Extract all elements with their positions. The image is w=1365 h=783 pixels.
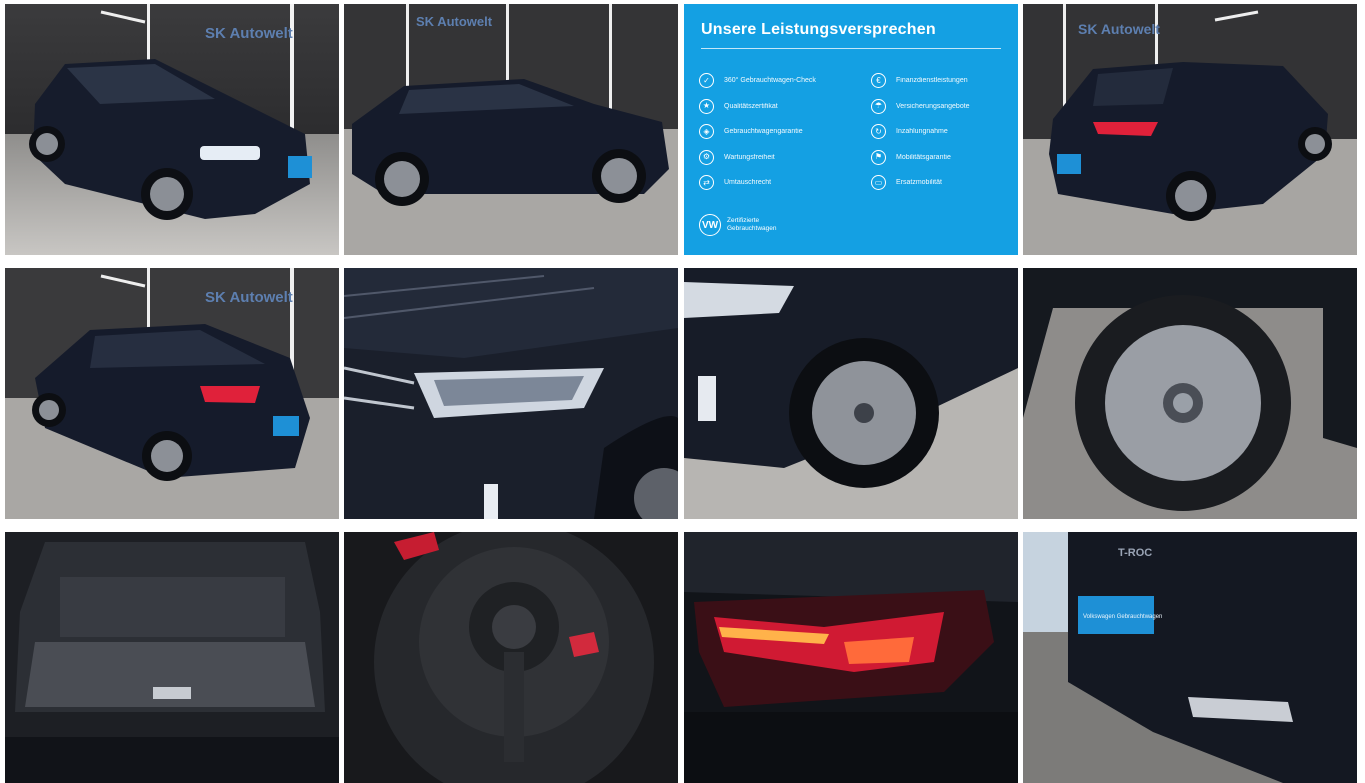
check-icon: ✓ — [699, 73, 714, 89]
wrench-icon: ⚙ — [699, 149, 714, 165]
gallery-photo-front-three-quarter[interactable]: SK Autowelt — [5, 4, 339, 255]
promo-item-label: Qualitätszertifikat — [724, 102, 778, 110]
promo-item: ☂ Versicherungsangebote — [871, 94, 970, 120]
insurance-icon: ☂ — [871, 98, 886, 114]
car-photo-spare-wheel-well — [344, 532, 678, 783]
showroom-logo: SK Autowelt — [205, 25, 293, 42]
promo-item-label: Ersatzmobilität — [896, 179, 942, 187]
promo-item: ⚑ Mobilitätsgarantie — [871, 145, 970, 171]
promo-list-right: € Finanzdienstleistungen ☂ Versicherungs… — [871, 68, 970, 196]
car-photo-headlight — [344, 268, 678, 519]
photo-gallery: SK Autowelt SK Autowelt Unsere Leistungs… — [0, 0, 1365, 783]
promo-item-label: Gebrauchtwagengarantie — [724, 128, 803, 136]
gallery-photo-front-wheel[interactable] — [684, 268, 1018, 519]
shield-icon: ◈ — [699, 124, 714, 140]
car-photo-rim — [1023, 268, 1357, 519]
gallery-photo-trunk[interactable] — [5, 532, 339, 783]
gallery-photo-rear-three-quarter[interactable]: SK Autowelt — [1023, 4, 1357, 255]
promo-list-left: ✓ 360° Gebrauchtwagen-Check ★ Qualitätsz… — [699, 68, 816, 196]
promo-item-label: Wartungsfreiheit — [724, 153, 775, 161]
car-photo-front-wheel — [684, 268, 1018, 519]
gallery-photo-side-profile[interactable]: SK Autowelt — [344, 4, 678, 255]
promo-title: Unsere Leistungsversprechen — [701, 21, 936, 38]
model-badge: T-ROC — [1118, 547, 1152, 559]
car-photo-taillight — [684, 532, 1018, 783]
promo-item: € Finanzdienstleistungen — [871, 68, 970, 94]
plate-label: Volkswagen Gebrauchtwagen — [1083, 614, 1162, 620]
gallery-photo-rear-left[interactable]: SK Autowelt — [5, 268, 339, 519]
mobility-icon: ⚑ — [871, 149, 886, 165]
gallery-photo-rim[interactable] — [1023, 268, 1357, 519]
promo-item-label: Umtauschrecht — [724, 179, 772, 187]
promo-item: ★ Qualitätszertifikat — [699, 94, 816, 120]
gallery-photo-spare-wheel-well[interactable] — [344, 532, 678, 783]
car-photo-side-profile: SK Autowelt — [344, 4, 678, 255]
gallery-photo-rear-bumper[interactable]: T-ROC Volkswagen Gebrauchtwagen — [1023, 532, 1357, 783]
car-photo-rear-left: SK Autowelt — [5, 268, 339, 519]
promo-item-label: Mobilitätsgarantie — [896, 153, 951, 161]
gallery-photo-headlight[interactable] — [344, 268, 678, 519]
replacement-car-icon: ▭ — [871, 175, 886, 191]
promo-item: ⚙ Wartungsfreiheit — [699, 145, 816, 171]
svg-text:SK Autowelt: SK Autowelt — [416, 14, 493, 29]
promo-card-service-promises[interactable]: Unsere Leistungsversprechen ✓ 360° Gebra… — [684, 4, 1018, 255]
promo-item-label: Inzahlungnahme — [896, 128, 948, 136]
brand-text: Zertifizierte Gebrauchtwagen — [727, 217, 777, 232]
promo-brand: VW Zertifizierte Gebrauchtwagen — [699, 214, 777, 236]
promo-item: ▭ Ersatzmobilität — [871, 170, 970, 196]
svg-text:SK Autowelt: SK Autowelt — [205, 289, 293, 306]
exchange-icon: ⇄ — [699, 175, 714, 191]
promo-item: ↻ Inzahlungnahme — [871, 119, 970, 145]
finance-icon: € — [871, 73, 886, 89]
promo-item-label: Versicherungsangebote — [896, 102, 970, 110]
promo-divider — [701, 48, 1001, 49]
svg-text:SK Autowelt: SK Autowelt — [1078, 21, 1160, 37]
promo-item: ✓ 360° Gebrauchtwagen-Check — [699, 68, 816, 94]
promo-item: ⇄ Umtauschrecht — [699, 170, 816, 196]
car-photo-trunk — [5, 532, 339, 783]
promo-item-label: Finanzdienstleistungen — [896, 77, 968, 85]
vw-logo-icon: VW — [699, 214, 721, 236]
car-photo-rear-bumper: T-ROC Volkswagen Gebrauchtwagen — [1023, 532, 1357, 783]
promo-item: ◈ Gebrauchtwagengarantie — [699, 119, 816, 145]
car-photo-front-three-quarter: SK Autowelt — [5, 4, 339, 255]
promo-item-label: 360° Gebrauchtwagen-Check — [724, 77, 816, 85]
car-photo-rear-three-quarter: SK Autowelt — [1023, 4, 1357, 255]
trade-in-icon: ↻ — [871, 124, 886, 140]
gallery-photo-taillight[interactable] — [684, 532, 1018, 783]
certificate-icon: ★ — [699, 98, 714, 114]
